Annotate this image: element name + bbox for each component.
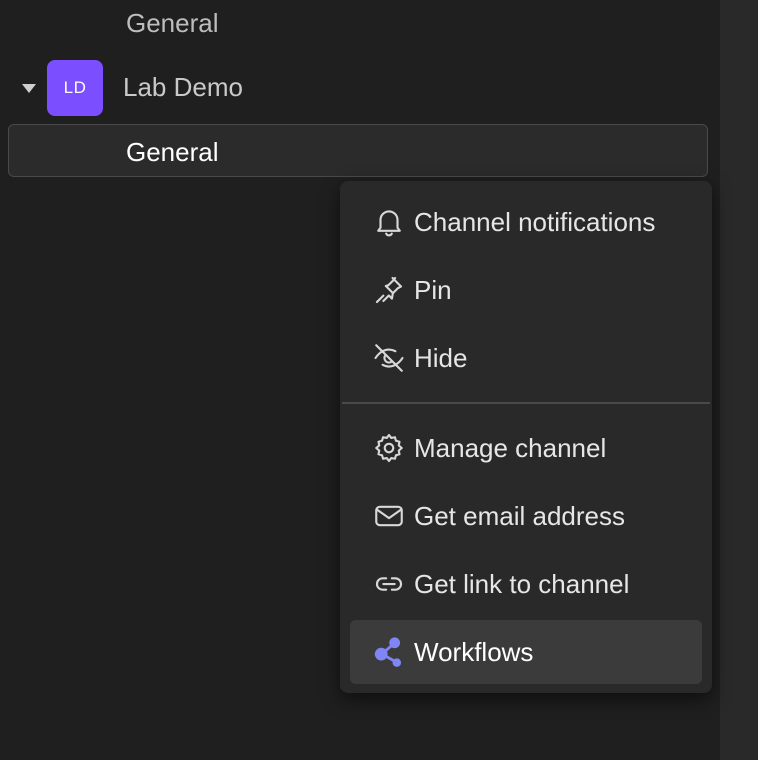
channel-context-menu: Channel notifications Pin Hide Manage ch… [340,181,712,693]
team-avatar: LD [47,60,103,116]
menu-item-label: Manage channel [414,433,607,463]
team-avatar-initials: LD [63,78,87,97]
menu-item-workflows[interactable]: Workflows [350,620,702,684]
right-pane-edge [720,0,758,760]
workflows-icon [372,635,406,669]
menu-item-pin[interactable]: Pin [350,258,702,322]
gear-icon [372,431,406,465]
channel-general-previous[interactable]: General [126,8,219,39]
team-row-lab-demo[interactable]: LD Lab Demo [0,60,720,116]
channel-general-active[interactable]: General [8,124,708,177]
envelope-icon [372,499,406,533]
menu-item-label: Hide [414,343,468,373]
pin-icon [372,273,406,307]
bell-icon [372,205,406,239]
collapse-caret-icon[interactable] [22,84,36,93]
link-icon [372,567,406,601]
menu-item-get-email-address[interactable]: Get email address [350,484,702,548]
menu-item-label: Pin [414,275,452,305]
menu-item-channel-notifications[interactable]: Channel notifications [350,190,702,254]
menu-item-hide[interactable]: Hide [350,326,702,390]
menu-item-manage-channel[interactable]: Manage channel [350,416,702,480]
menu-divider [342,402,710,404]
menu-item-label: Get link to channel [414,569,630,599]
menu-item-label: Channel notifications [414,207,656,237]
menu-item-get-link-to-channel[interactable]: Get link to channel [350,552,702,616]
eye-off-icon [372,341,406,375]
team-name: Lab Demo [123,72,243,102]
channel-general-label: General [126,137,219,167]
menu-item-label: Workflows [414,637,534,667]
menu-item-label: Get email address [414,501,625,531]
